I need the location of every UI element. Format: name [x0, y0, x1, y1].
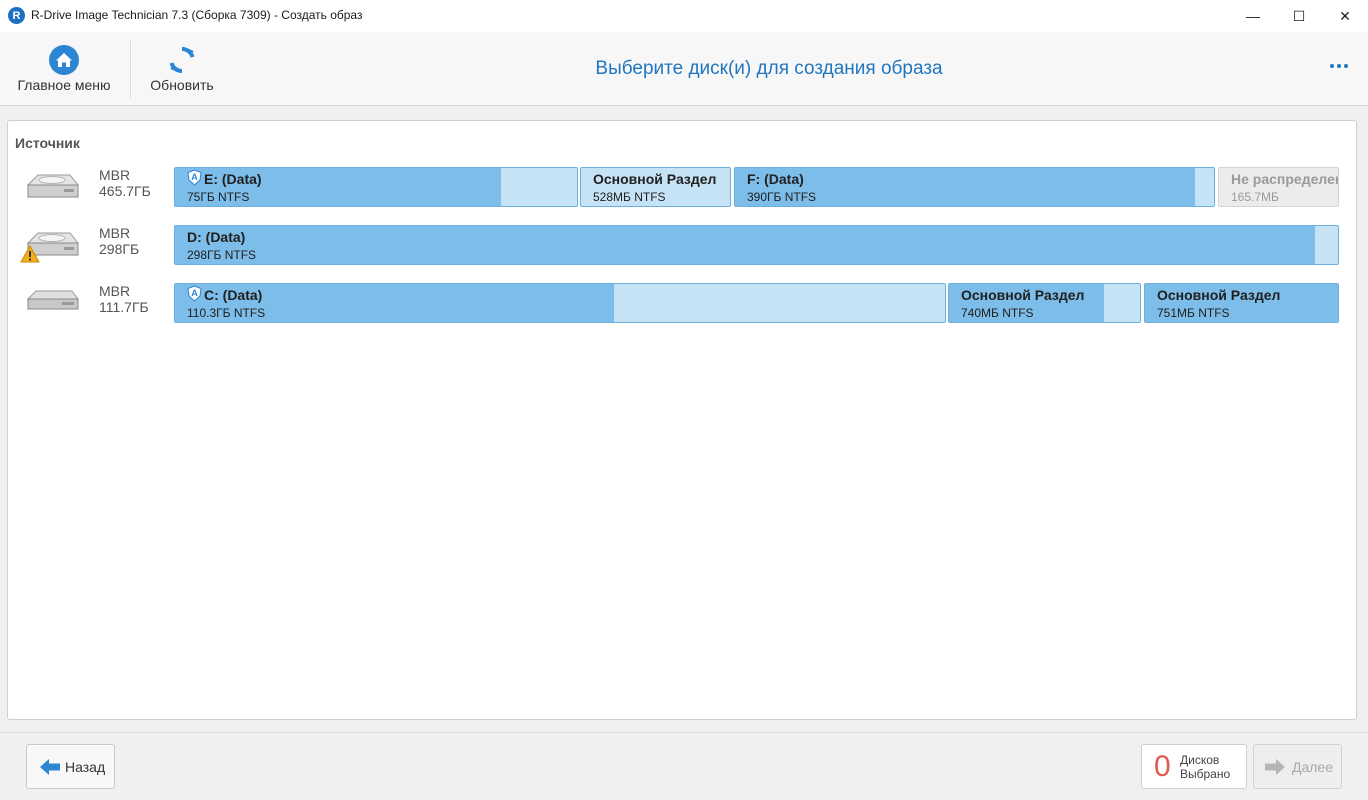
partition-f-data[interactable]: F: (Data) 390ГБ NTFS — [734, 167, 1215, 207]
hard-disk-icon — [22, 167, 82, 209]
partition-size: 110.3ГБ NTFS — [187, 306, 266, 320]
arrow-right-icon — [1265, 758, 1285, 775]
more-dot-icon — [1330, 64, 1334, 68]
back-button[interactable]: Назад — [26, 744, 115, 789]
disk-type: MBR — [99, 225, 131, 241]
disk-info: MBR 111.7ГБ — [99, 283, 149, 315]
partition-size: 740МБ NTFS — [961, 306, 1034, 320]
disk-info: MBR 465.7ГБ — [99, 167, 151, 199]
used-space-bar — [175, 226, 1315, 264]
more-dot-icon — [1337, 64, 1341, 68]
shield-icon: A — [187, 169, 202, 186]
disk-type: MBR — [99, 283, 131, 299]
disk-row[interactable]: MBR 465.7ГБ A E: (Data) 75ГБ NTFS Основн… — [8, 167, 1358, 209]
page-title: Выберите диск(и) для создания образа — [595, 58, 943, 79]
selected-caption: Дисков Выбрано — [1180, 753, 1230, 781]
warning-icon — [20, 245, 40, 263]
partition-name: Основной Раздел — [593, 171, 717, 187]
main-menu-button[interactable]: Главное меню — [10, 32, 118, 106]
hard-disk-icon — [20, 225, 82, 267]
home-icon — [48, 44, 80, 76]
svg-text:A: A — [191, 172, 198, 182]
shield-icon: A — [187, 285, 202, 302]
disk-row[interactable]: MBR 298ГБ D: (Data) 298ГБ NTFS — [8, 225, 1358, 267]
partition-name: F: (Data) — [747, 171, 804, 187]
toolbar-separator — [130, 40, 131, 98]
toolbar: Главное меню Обновить Выберите диск(и) д… — [0, 32, 1368, 106]
main-menu-label: Главное меню — [17, 77, 111, 93]
partition-size: 298ГБ NTFS — [187, 248, 257, 262]
arrow-left-icon — [40, 758, 60, 775]
disk-type: MBR — [99, 167, 131, 183]
refresh-icon — [166, 44, 198, 76]
disk-row[interactable]: MBR 111.7ГБ A C: (Data) 110.3ГБ NTFS Осн… — [8, 283, 1358, 325]
partition-name: C: (Data) — [204, 287, 263, 303]
more-dot-icon — [1344, 64, 1348, 68]
partition-unallocated[interactable]: Не распределено 165.7МБ — [1218, 167, 1339, 207]
app-logo-icon: R — [8, 7, 25, 24]
back-label: Назад — [65, 758, 106, 775]
partition-size: 75ГБ NTFS — [187, 190, 250, 204]
svg-text:A: A — [191, 288, 198, 298]
next-label: Далее — [1292, 758, 1334, 775]
selected-caption-line2: Выбрано — [1180, 767, 1231, 781]
selected-disks-counter: 0 Дисков Выбрано — [1141, 744, 1247, 789]
partition-name: Основной Раздел — [1157, 287, 1281, 303]
disk-size: 298ГБ — [99, 241, 140, 257]
source-heading: Источник — [15, 135, 80, 151]
refresh-label: Обновить — [150, 77, 214, 93]
maximize-button[interactable]: ☐ — [1276, 0, 1322, 32]
window-title: R-Drive Image Technician 7.3 (Сборка 730… — [31, 8, 363, 22]
partition-name: D: (Data) — [187, 229, 246, 245]
next-button[interactable]: Далее — [1253, 744, 1342, 789]
source-panel: Источник MBR 465.7ГБ A E: (Data) 75ГБ NT… — [7, 120, 1357, 720]
disk-size: 111.7ГБ — [99, 299, 149, 315]
selected-caption-line1: Дисков — [1180, 753, 1220, 767]
partition-size: 390ГБ NTFS — [747, 190, 817, 204]
partition-primary[interactable]: Основной Раздел 751МБ NTFS — [1144, 283, 1339, 323]
partition-name: E: (Data) — [204, 171, 262, 187]
disk-size: 465.7ГБ — [99, 183, 151, 199]
partition-size: 751МБ NTFS — [1157, 306, 1230, 320]
partition-d-data[interactable]: D: (Data) 298ГБ NTFS — [174, 225, 1339, 265]
close-button[interactable]: ✕ — [1322, 0, 1368, 32]
partition-primary[interactable]: Основной Раздел 740МБ NTFS — [948, 283, 1141, 323]
refresh-button[interactable]: Обновить — [140, 32, 224, 106]
selected-count: 0 — [1154, 750, 1171, 783]
minimize-button[interactable]: — — [1230, 0, 1276, 32]
partition-name: Основной Раздел — [961, 287, 1085, 303]
partition-name: Не распределено — [1231, 171, 1338, 187]
partition-primary[interactable]: Основной Раздел 528МБ NTFS — [580, 167, 731, 207]
title-bar: R R-Drive Image Technician 7.3 (Сборка 7… — [0, 0, 1368, 32]
partition-e-data[interactable]: A E: (Data) 75ГБ NTFS — [174, 167, 578, 207]
more-options-button[interactable] — [1322, 54, 1356, 78]
ssd-disk-icon — [22, 283, 82, 325]
footer-bar: Назад 0 Дисков Выбрано Далее — [0, 732, 1368, 800]
disk-info: MBR 298ГБ — [99, 225, 139, 257]
partition-size: 528МБ NTFS — [593, 190, 666, 204]
partition-size: 165.7МБ — [1231, 190, 1279, 204]
partition-c-data[interactable]: A C: (Data) 110.3ГБ NTFS — [174, 283, 946, 323]
